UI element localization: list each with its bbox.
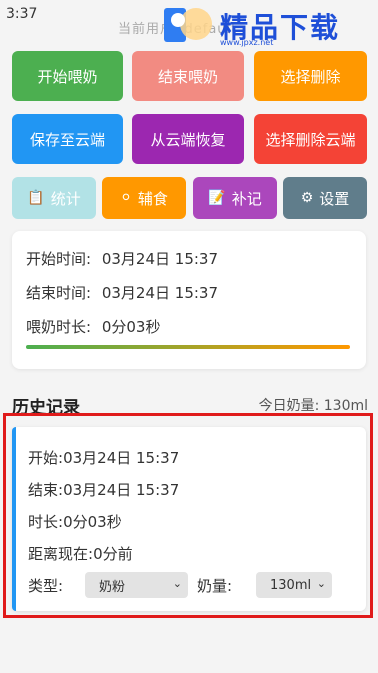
bowl-icon: ⚪ [120, 190, 132, 206]
today-amount: 今日奶量: 130ml [259, 395, 368, 415]
note-label: 补记 [231, 189, 262, 208]
save-cloud-button[interactable]: 保存至云端 [12, 114, 123, 164]
feeding-progress-bar [26, 345, 350, 349]
note-button[interactable]: 📝 补记 [193, 177, 277, 219]
summary-end-label: 结束时间: [26, 284, 92, 302]
watermark-url: www.jpxz.net [220, 38, 274, 47]
restore-cloud-button[interactable]: 从云端恢复 [132, 114, 244, 164]
summary-duration-row: 喂奶时长: 0分03秒 [26, 316, 160, 337]
today-amount-value: 130ml [323, 398, 368, 414]
status-time: 3:37 [6, 6, 38, 22]
watermark: 精品下载 www.jpxz.net [160, 2, 375, 50]
clipboard-icon: 📋 [27, 190, 45, 206]
watermark-logo-icon [164, 8, 212, 42]
summary-start-row: 开始时间: 03月24日 15:37 [26, 248, 218, 269]
select-delete-cloud-button[interactable]: 选择删除云端 [254, 114, 367, 164]
summary-duration-value: 0分03秒 [101, 318, 161, 336]
summary-start-label: 开始时间: [26, 250, 92, 268]
stats-label: 统计 [50, 189, 81, 208]
gear-icon: ⚙ [300, 190, 314, 206]
summary-end-row: 结束时间: 03月24日 15:37 [26, 282, 218, 303]
end-feeding-button[interactable]: 结束喂奶 [132, 51, 244, 101]
select-delete-button[interactable]: 选择删除 [254, 51, 367, 101]
food-label: 辅食 [137, 189, 168, 208]
stats-button[interactable]: 📋 统计 [12, 177, 96, 219]
summary-start-value: 03月24日 15:37 [101, 250, 219, 268]
highlight-box [3, 413, 373, 618]
settings-button[interactable]: ⚙ 设置 [283, 177, 367, 219]
today-amount-label: 今日奶量: [258, 398, 320, 414]
settings-label: 设置 [319, 189, 350, 208]
memo-icon: 📝 [208, 190, 226, 206]
start-feeding-button[interactable]: 开始喂奶 [12, 51, 123, 101]
summary-end-value: 03月24日 15:37 [101, 284, 219, 302]
food-button[interactable]: ⚪ 辅食 [102, 177, 186, 219]
summary-duration-label: 喂奶时长: [26, 318, 92, 336]
